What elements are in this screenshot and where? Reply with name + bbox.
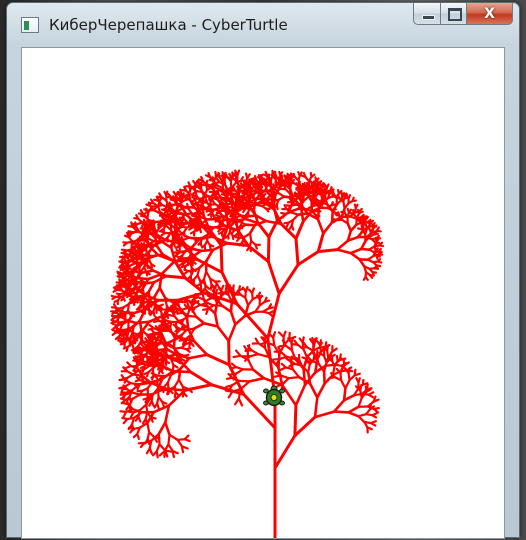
turtle-icon xyxy=(263,385,285,407)
drawing-area xyxy=(21,47,505,539)
close-button[interactable]: X xyxy=(467,3,513,25)
maximize-icon xyxy=(448,8,462,21)
app-icon[interactable] xyxy=(21,17,39,33)
close-icon: X xyxy=(484,5,495,22)
maximize-button[interactable] xyxy=(441,3,467,25)
fractal-tree-drawing xyxy=(110,169,384,538)
minimize-icon xyxy=(422,15,435,20)
caption-buttons: X xyxy=(413,3,513,27)
app-window: КиберЧерепашка - CyberTurtle X xyxy=(6,2,520,539)
window-title: КиберЧерепашка - CyberTurtle xyxy=(49,16,288,34)
minimize-button[interactable] xyxy=(413,3,441,25)
title-bar[interactable]: КиберЧерепашка - CyberTurtle X xyxy=(7,3,519,47)
